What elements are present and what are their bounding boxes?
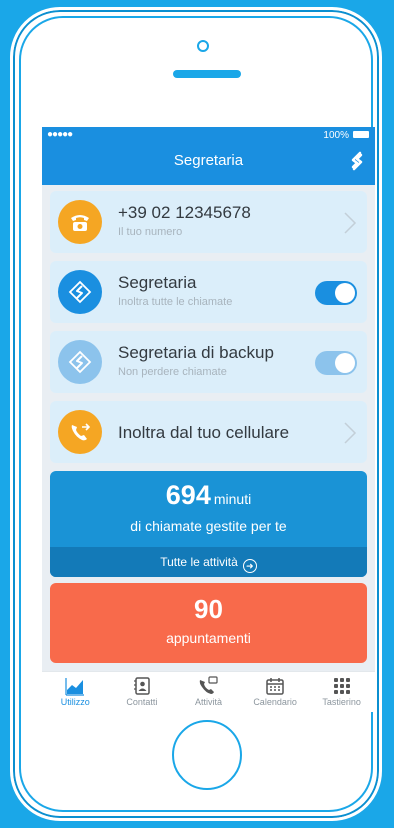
phone-icon	[58, 200, 102, 244]
tab-tastierino[interactable]: Tastierino	[308, 672, 375, 712]
title-bar: Segretaria	[42, 143, 375, 185]
battery-percent: 100%	[323, 130, 349, 141]
appointments-label: appuntamenti	[166, 630, 251, 646]
item-title: Segretaria	[118, 273, 197, 292]
list-item-segretaria[interactable]: Segretaria Inoltra tutte le chiamate	[50, 261, 367, 323]
tab-utilizzo[interactable]: Utilizzo	[42, 672, 109, 712]
tab-label: Contatti	[126, 697, 158, 707]
list-item-segretaria-backup[interactable]: Segretaria di backup Non perdere chiamat…	[50, 331, 367, 393]
tab-label: Attività	[194, 697, 222, 707]
keypad-icon	[333, 678, 350, 694]
arrow-right-circle-icon: ➜	[242, 559, 257, 573]
speaker-grille	[173, 70, 241, 78]
stats-value: 694 minuti	[50, 480, 367, 511]
forward-call-icon	[58, 410, 102, 454]
contacts-icon	[133, 677, 150, 695]
call-activity-icon	[200, 676, 219, 694]
chart-icon	[65, 678, 85, 696]
toggle-knob	[335, 283, 355, 303]
stats-unit: minuti	[213, 491, 252, 507]
list-item-forward-from-mobile[interactable]: Inoltra dal tuo cellulare	[50, 401, 367, 463]
segretaria-toggle[interactable]	[315, 281, 357, 305]
tab-contatti[interactable]: Contatti	[109, 672, 176, 712]
battery-icon	[353, 131, 369, 138]
status-bar: ●●●●● 100%	[42, 127, 375, 143]
stats-number: 694	[165, 480, 211, 510]
item-subtitle: Inoltra tutte le chiamate	[118, 296, 233, 308]
tab-attivita[interactable]: Attività	[175, 672, 242, 712]
all-activities-link[interactable]: Tutte le attività ➜	[50, 547, 367, 577]
item-title: Segretaria di backup	[118, 343, 274, 362]
minutes-stats-card: 694 minuti di chiamate gestite per te Tut…	[50, 471, 367, 577]
tab-label: Utilizzo	[60, 697, 90, 707]
stats-description: di chiamate gestite per te	[130, 518, 287, 534]
link-label: Tutte le attività	[160, 555, 238, 569]
chevron-right-icon	[344, 212, 357, 234]
appointments-number: 90	[194, 594, 223, 624]
tab-label: Tastierino	[322, 697, 361, 707]
camera-icon	[197, 40, 209, 52]
item-title: +39 02 12345678	[118, 203, 251, 222]
item-subtitle: Non perdere chiamate	[118, 366, 227, 378]
segretaria-logo-icon	[58, 340, 102, 384]
segretaria-logo-icon[interactable]	[349, 151, 365, 171]
item-title: Inoltra dal tuo cellulare	[118, 423, 290, 442]
backup-toggle[interactable]	[315, 351, 357, 375]
page-title: Segretaria	[173, 152, 244, 169]
tab-label: Calendario	[253, 697, 297, 707]
calendar-icon	[266, 678, 284, 695]
home-button[interactable]	[172, 720, 242, 790]
segretaria-logo-icon	[58, 270, 102, 314]
appointments-card: 90 appuntamenti	[50, 583, 367, 663]
signal-indicator: ●●●●●	[47, 129, 73, 140]
app-header: ●●●●● 100% Segretaria	[42, 127, 375, 185]
list-item-phone-number[interactable]: +39 02 12345678 Il tuo numero	[50, 191, 367, 253]
chevron-right-icon	[344, 422, 357, 444]
toggle-knob	[335, 353, 355, 373]
app-screen: ●●●●● 100% Segretaria +39 02 12345678 Il…	[42, 127, 375, 712]
settings-list: +39 02 12345678 Il tuo numero Segretaria…	[42, 185, 375, 463]
tab-calendario[interactable]: Calendario	[242, 672, 309, 712]
item-subtitle: Il tuo numero	[118, 226, 183, 238]
tab-bar: Utilizzo Contatti Attività Calendario Ta…	[42, 671, 375, 712]
